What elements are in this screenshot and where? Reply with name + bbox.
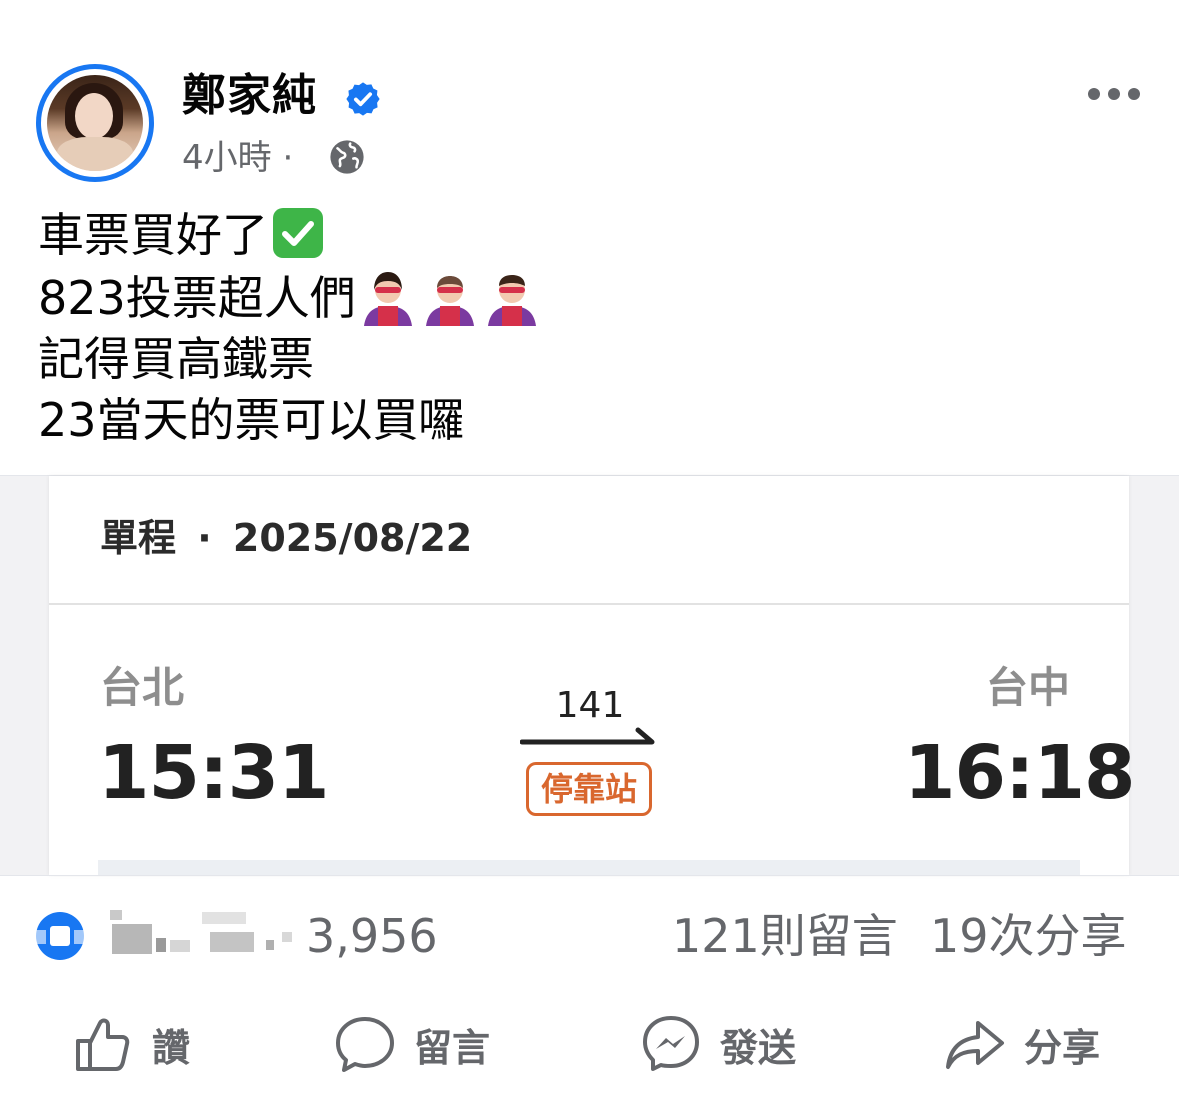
superhero-woman-icon xyxy=(363,272,412,326)
share-label: 分享 xyxy=(1024,1025,1101,1070)
comment-count[interactable]: 121則留言 xyxy=(672,908,898,964)
post-line-4: 23當天的票可以買囉 xyxy=(38,393,465,447)
ticket-divider xyxy=(49,603,1129,605)
share-arrow-icon xyxy=(946,1021,1004,1069)
meta-separator: · xyxy=(282,138,294,178)
reaction-names-blurred xyxy=(110,910,292,954)
post-line-2: 823投票超人們 xyxy=(38,266,542,329)
stop-type-badge: 停靠站 xyxy=(526,762,652,816)
superhero-icon xyxy=(425,276,474,326)
share-count[interactable]: 19次分享 xyxy=(930,908,1127,964)
comment-icon xyxy=(336,1017,394,1072)
trip-type: 單程 xyxy=(100,516,177,560)
avatar[interactable] xyxy=(47,75,143,171)
destination-station: 台中 xyxy=(986,663,1071,712)
train-number: 141 xyxy=(555,685,625,726)
like-label: 讚 xyxy=(152,1025,191,1070)
comment-button[interactable]: 留言 xyxy=(334,1012,490,1076)
avatar-shirt xyxy=(57,137,133,171)
arrive-time: 16:18 xyxy=(904,730,1136,816)
check-mark-button-icon xyxy=(273,208,323,258)
ticket-detail-strip xyxy=(98,860,1080,875)
thumbs-up-icon xyxy=(76,1018,130,1071)
avatar-face xyxy=(75,93,113,139)
post-meta: 4小時 · xyxy=(182,136,293,180)
verified-badge-icon xyxy=(346,82,380,116)
send-label: 發送 xyxy=(720,1025,797,1070)
post-line-3: 記得買高鐵票 xyxy=(38,332,314,386)
post-line-1: 車票買好了 xyxy=(38,205,542,266)
origin-station: 台北 xyxy=(100,663,185,712)
post-time[interactable]: 4小時 xyxy=(182,138,272,178)
like-button[interactable]: 讚 xyxy=(72,1012,190,1076)
globe-icon xyxy=(330,140,364,174)
trip-header: 單程 · 2025/08/22 xyxy=(100,512,472,564)
depart-time: 15:31 xyxy=(98,730,330,816)
post-line-2-text: 823投票超人們 xyxy=(38,271,356,325)
arrow-right-icon xyxy=(520,727,655,745)
author-name[interactable]: 鄭家純 xyxy=(182,68,317,124)
like-reaction-icon[interactable] xyxy=(30,910,90,962)
post-text: 車票買好了 823投票超人們 記得買高鐵票 23當天的票可以買囉 xyxy=(38,205,542,451)
reaction-count[interactable]: 3,956 xyxy=(306,908,438,964)
stats-divider xyxy=(0,875,1179,876)
superhero-man-icon xyxy=(487,275,536,326)
more-options-icon[interactable] xyxy=(1086,80,1142,108)
post-line-1-text: 車票買好了 xyxy=(38,208,268,262)
trip-dot: · xyxy=(197,516,212,560)
trip-date: 2025/08/22 xyxy=(232,516,473,560)
comment-label: 留言 xyxy=(414,1025,491,1070)
share-button[interactable]: 分享 xyxy=(944,1012,1100,1076)
send-button[interactable]: 發送 xyxy=(640,1012,796,1076)
messenger-icon xyxy=(643,1016,699,1071)
